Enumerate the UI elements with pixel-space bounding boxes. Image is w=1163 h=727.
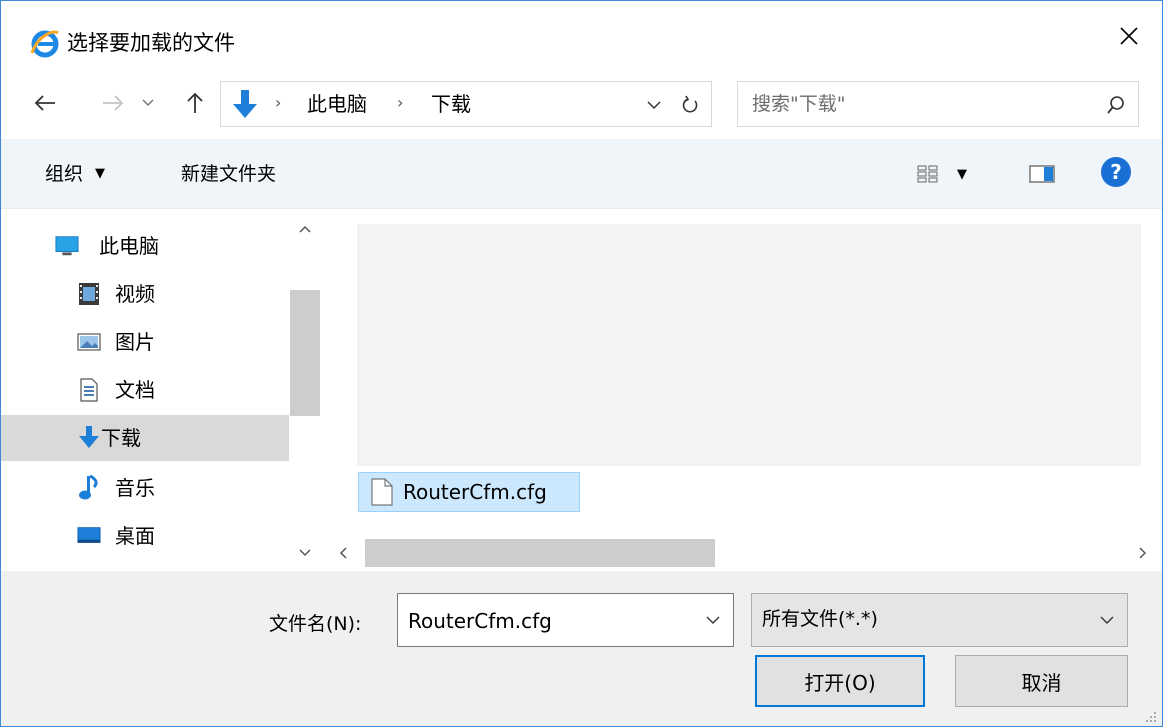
chevron-up-icon xyxy=(299,225,311,233)
sidebar-item-desktop[interactable]: 桌面 xyxy=(1,513,289,559)
scroll-left-button[interactable] xyxy=(331,542,355,564)
recent-locations-button[interactable] xyxy=(135,83,161,123)
scroll-right-button[interactable] xyxy=(1131,542,1155,564)
sidebar-item-label: 文档 xyxy=(115,378,155,402)
breadcrumb-downloads[interactable]: 下载 xyxy=(431,91,471,117)
navigation-pane: 此电脑 视频 图片 文档 下载 音乐 桌面 xyxy=(1,210,321,570)
music-icon xyxy=(77,475,101,500)
chevron-down-icon xyxy=(142,99,154,107)
sidebar-item-this-pc[interactable]: 此电脑 xyxy=(1,223,289,269)
search-box[interactable] xyxy=(737,81,1139,127)
change-view-button[interactable]: ▼ xyxy=(917,161,989,187)
chevron-left-icon xyxy=(339,547,347,559)
close-button[interactable] xyxy=(1096,1,1162,71)
view-details-icon xyxy=(917,165,938,183)
downloads-arrow-icon xyxy=(233,90,257,118)
breadcrumb-separator: › xyxy=(397,93,404,112)
preview-pane-icon xyxy=(1029,165,1055,183)
sidebar-item-label: 此电脑 xyxy=(99,234,159,258)
open-file-dialog: 选择要加载的文件 › 此电脑 › 下载 搜索"下载" 组织 ▼ 新建文件夹 ▼ … xyxy=(0,0,1163,727)
file-list-area xyxy=(357,224,1141,466)
up-button[interactable] xyxy=(177,83,213,123)
cancel-button[interactable]: 取消 xyxy=(955,655,1128,707)
sidebar-item-label: 下载 xyxy=(101,426,141,450)
filetype-select[interactable]: 所有文件(*.*) xyxy=(751,593,1128,647)
file-name: RouterCfm.cfg xyxy=(403,480,547,504)
chevron-down-icon xyxy=(706,616,720,624)
close-icon xyxy=(1120,27,1138,45)
breadcrumb-separator: › xyxy=(275,93,282,112)
sidebar-item-videos[interactable]: 视频 xyxy=(1,271,289,317)
desktop-icon xyxy=(77,524,101,548)
file-list-pane[interactable]: RouterCfm.cfg xyxy=(321,210,1162,570)
chevron-down-icon xyxy=(647,100,661,109)
chevron-right-icon xyxy=(1139,547,1147,559)
sidebar-item-documents[interactable]: 文档 xyxy=(1,367,289,413)
filename-label: 文件名(N): xyxy=(269,613,362,635)
preview-pane-button[interactable] xyxy=(1025,161,1059,187)
new-folder-button[interactable]: 新建文件夹 xyxy=(181,161,276,187)
chevron-down-icon xyxy=(299,549,311,557)
caret-down-icon: ▼ xyxy=(957,166,967,182)
file-icon xyxy=(371,478,393,506)
navigation-scrollbar[interactable] xyxy=(289,210,321,570)
refresh-button[interactable] xyxy=(673,90,707,120)
resize-grip-icon[interactable] xyxy=(1142,708,1158,724)
video-icon xyxy=(77,282,101,306)
back-button[interactable] xyxy=(27,83,63,123)
sidebar-item-pictures[interactable]: 图片 xyxy=(1,319,289,365)
command-toolbar: 组织 ▼ 新建文件夹 ▼ ? xyxy=(1,139,1162,209)
sidebar-item-label: 音乐 xyxy=(115,476,155,500)
window-title: 选择要加载的文件 xyxy=(67,31,235,55)
horizontal-scrollbar[interactable] xyxy=(321,538,1162,568)
organize-label: 组织 xyxy=(45,163,84,185)
address-row: › 此电脑 › 下载 xyxy=(1,71,1162,139)
sidebar-item-label: 桌面 xyxy=(115,524,155,548)
filetype-dropdown-button[interactable] xyxy=(1095,608,1119,632)
address-bar[interactable]: › 此电脑 › 下载 xyxy=(220,81,712,127)
arrow-right-icon xyxy=(103,95,124,111)
filetype-value: 所有文件(*.*) xyxy=(762,608,878,630)
filename-combobox[interactable] xyxy=(397,593,734,647)
filename-input[interactable] xyxy=(408,606,698,636)
sidebar-item-music[interactable]: 音乐 xyxy=(1,465,289,511)
scroll-down-button[interactable] xyxy=(289,542,321,564)
caret-down-icon: ▼ xyxy=(95,166,106,181)
internet-explorer-icon xyxy=(30,30,59,58)
chevron-down-icon xyxy=(1100,616,1114,624)
organize-button[interactable]: 组织 ▼ xyxy=(45,161,105,187)
sidebar-item-label: 图片 xyxy=(115,330,155,354)
pictures-icon xyxy=(77,330,101,354)
sidebar-item-label: 视频 xyxy=(115,282,155,306)
sidebar-item-downloads[interactable]: 下载 xyxy=(1,415,289,461)
forward-button[interactable] xyxy=(95,83,131,123)
search-input[interactable] xyxy=(752,90,1082,118)
scroll-up-button[interactable] xyxy=(289,218,321,240)
arrow-up-icon xyxy=(187,92,203,113)
this-pc-icon xyxy=(55,234,79,258)
filename-dropdown-button[interactable] xyxy=(701,608,725,632)
dialog-footer: 文件名(N): 所有文件(*.*) 打开(O) 取消 xyxy=(1,571,1162,726)
file-item[interactable]: RouterCfm.cfg xyxy=(358,472,580,512)
scrollbar-thumb[interactable] xyxy=(290,290,320,416)
breadcrumb-this-pc[interactable]: 此电脑 xyxy=(307,91,367,117)
downloads-icon xyxy=(77,426,101,450)
scrollbar-thumb[interactable] xyxy=(365,539,715,567)
open-button[interactable]: 打开(O) xyxy=(755,655,925,707)
help-button[interactable]: ? xyxy=(1101,157,1131,187)
address-dropdown-button[interactable] xyxy=(639,90,669,120)
title-bar: 选择要加载的文件 xyxy=(1,1,1162,71)
refresh-icon xyxy=(682,95,698,113)
arrow-left-icon xyxy=(34,95,55,111)
search-icon[interactable] xyxy=(1102,90,1130,120)
documents-icon xyxy=(77,378,101,402)
